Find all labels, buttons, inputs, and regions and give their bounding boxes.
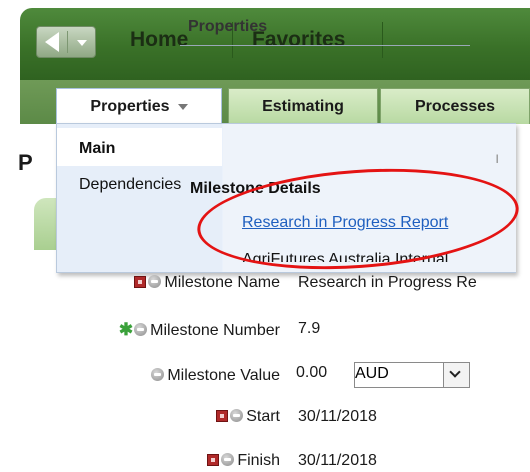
start-label-group: Start bbox=[110, 408, 280, 426]
required-icon bbox=[216, 410, 229, 422]
milestone-name-label: Milestone Name bbox=[164, 274, 280, 291]
finish-value[interactable]: 30/11/2018 bbox=[298, 452, 377, 470]
currency-dropdown-button[interactable] bbox=[443, 363, 469, 387]
menu-section-header: Properties bbox=[188, 18, 268, 35]
section-tab-stub bbox=[34, 198, 56, 250]
milestone-name-label-group: Milestone Name bbox=[110, 274, 280, 292]
tab-properties[interactable]: Properties bbox=[56, 88, 222, 124]
milestone-number-value[interactable]: 7.9 bbox=[298, 320, 320, 338]
milestone-number-label-group: ✱ Milestone Number bbox=[60, 320, 280, 340]
tab-properties-label: Properties bbox=[90, 97, 170, 115]
required-icon bbox=[134, 276, 147, 288]
tab-processes-label: Processes bbox=[414, 97, 496, 115]
info-icon[interactable] bbox=[151, 368, 165, 381]
nav-divider bbox=[382, 22, 383, 58]
start-label: Start bbox=[246, 408, 280, 425]
screen: Home Favorites Properties Estimating Pro… bbox=[0, 0, 530, 472]
chevron-down-icon bbox=[449, 366, 461, 378]
chevron-down-icon bbox=[177, 103, 188, 110]
page-title: P bbox=[18, 150, 33, 175]
start-value[interactable]: 30/11/2018 bbox=[298, 408, 377, 426]
back-arrow-icon bbox=[45, 32, 59, 52]
menu-divider bbox=[180, 45, 470, 46]
tab-estimating-label: Estimating bbox=[262, 97, 344, 115]
milestone-value-amount[interactable]: 0.00 bbox=[296, 364, 327, 382]
menu-item-dependencies[interactable]: Dependencies bbox=[79, 176, 181, 194]
currency-select[interactable]: AUD bbox=[354, 362, 470, 388]
tab-processes[interactable]: Processes bbox=[380, 88, 530, 124]
milestone-number-label: Milestone Number bbox=[150, 322, 280, 339]
info-icon[interactable] bbox=[148, 275, 162, 288]
hidden-text-fragment: ı bbox=[495, 150, 500, 167]
finish-label: Finish bbox=[237, 452, 280, 469]
info-icon[interactable] bbox=[221, 453, 235, 466]
milestone-name-value[interactable]: Research in Progress Re bbox=[298, 274, 477, 292]
required-icon bbox=[207, 454, 220, 466]
nav-home[interactable]: Home bbox=[130, 28, 188, 52]
milestone-value-label-group: Milestone Value bbox=[60, 367, 280, 385]
back-button[interactable] bbox=[36, 26, 96, 58]
milestone-value-label: Milestone Value bbox=[167, 367, 280, 384]
info-icon[interactable] bbox=[134, 323, 148, 336]
info-icon[interactable] bbox=[230, 409, 244, 422]
finish-label-group: Finish bbox=[110, 452, 280, 470]
button-separator bbox=[67, 31, 68, 53]
menu-item-main[interactable]: Main bbox=[79, 140, 115, 158]
tab-estimating[interactable]: Estimating bbox=[228, 88, 378, 124]
currency-select-value: AUD bbox=[355, 365, 389, 382]
asterisk-icon: ✱ bbox=[118, 320, 134, 339]
history-dropdown-icon[interactable] bbox=[77, 40, 87, 46]
